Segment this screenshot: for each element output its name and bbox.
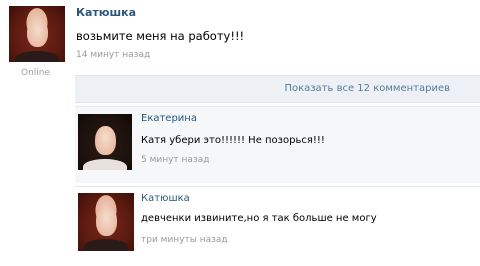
comment-time[interactable]: три минуты назад [141,235,228,245]
post-page: Online Катюшка возьмите меня на работу!!… [0,0,480,266]
post-author-avatar[interactable] [9,6,65,62]
avatar-face [26,18,49,48]
post-time[interactable]: 14 минут назад [76,50,150,60]
comment-author-name[interactable]: Екатерина [141,113,197,124]
avatar-shirt [14,50,60,62]
post-text: возьмите меня на работу!!! [76,29,245,43]
show-comments-bar[interactable]: Показать все 12 комментариев [75,75,480,103]
comment-text: девченки извините,но я так больше не мог… [141,213,377,224]
avatar-shirt [83,158,127,170]
show-all-comments-link[interactable]: Показать все 12 комментариев [284,83,450,94]
online-status: Online [21,68,51,78]
comment-author-name[interactable]: Катюшка [141,193,190,204]
comment-author-avatar[interactable] [78,114,132,170]
comment-author-avatar[interactable] [78,193,134,251]
avatar-face [95,126,116,156]
post-author-name[interactable]: Катюшка [76,6,136,19]
comment-text: Катя убери это!!!!!! Не позорься!!! [141,135,325,146]
comment-divider [75,186,480,187]
avatar-face [95,205,118,236]
comment-time[interactable]: 5 минут назад [141,155,209,165]
avatar-shirt [83,239,129,251]
